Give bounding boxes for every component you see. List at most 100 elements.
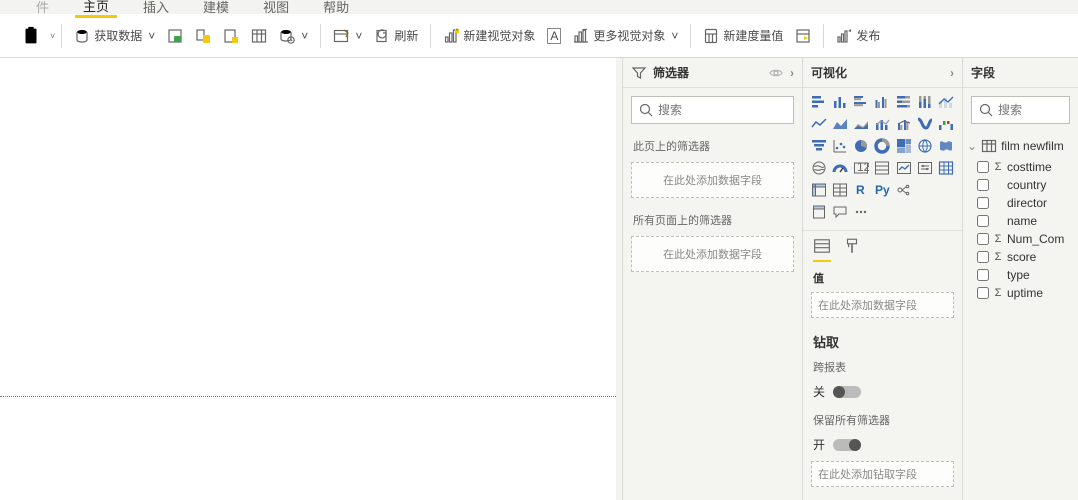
format-tab[interactable] [843, 237, 861, 262]
stacked-area-icon[interactable] [852, 114, 871, 134]
line-clustered-column-icon[interactable] [894, 114, 913, 134]
fields-well-tab[interactable] [813, 237, 831, 262]
qa-icon[interactable] [830, 202, 849, 222]
slicer-icon[interactable] [915, 158, 934, 178]
filled-map-icon[interactable] [937, 136, 956, 156]
pie-icon[interactable] [852, 136, 871, 156]
clustered-bar-icon[interactable] [852, 92, 871, 112]
drill-fields-dropzone[interactable]: 在此处添加钻取字段 [811, 461, 954, 487]
all-pages-filters-dropzone[interactable]: 在此处添加数据字段 [631, 236, 794, 272]
stacked-bar-icon[interactable] [809, 92, 828, 112]
values-dropzone[interactable]: 在此处添加数据字段 [811, 292, 954, 318]
field-item[interactable]: director [963, 194, 1078, 212]
refresh-button[interactable]: 刷新 [368, 14, 424, 57]
field-item[interactable]: Σcosttime [963, 158, 1078, 176]
clustered-column-icon[interactable] [873, 92, 892, 112]
waterfall-icon[interactable] [937, 114, 956, 134]
text-box-button[interactable]: A [541, 14, 567, 57]
key-influencers-icon[interactable] [894, 180, 913, 200]
table-visual-icon[interactable] [830, 180, 849, 200]
sql-server-icon[interactable] [217, 14, 245, 57]
fields-search-input[interactable] [971, 96, 1070, 124]
map-icon[interactable] [915, 136, 934, 156]
report-canvas[interactable] [0, 58, 616, 500]
field-item[interactable]: type [963, 266, 1078, 284]
visibility-icon[interactable] [768, 65, 784, 81]
treemap-icon[interactable] [894, 136, 913, 156]
publish-label: 发布 [856, 27, 880, 44]
field-item[interactable]: name [963, 212, 1078, 230]
new-measure-button[interactable]: 新建度量值 [697, 14, 789, 57]
new-visual-button[interactable]: 新建视觉对象 [437, 14, 541, 57]
matrix-icon[interactable] [809, 180, 828, 200]
cross-report-toggle[interactable] [833, 386, 861, 398]
field-item[interactable]: Σuptime [963, 284, 1078, 302]
stacked-column-icon[interactable] [830, 92, 849, 112]
fields-pane-title: 字段 [971, 64, 1070, 81]
collapse-filters-icon[interactable]: › [790, 66, 794, 80]
keep-all-filters-label: 保留所有筛选器 [803, 406, 962, 432]
sigma-icon: Σ [993, 233, 1003, 245]
clipboard-paste-icon[interactable] [14, 14, 48, 57]
funnel-chart-icon[interactable] [809, 136, 828, 156]
gauge-icon[interactable] [830, 158, 849, 178]
search-icon [978, 102, 994, 118]
paginated-visual-icon[interactable] [809, 202, 828, 222]
r-visual-icon[interactable]: R [852, 180, 871, 200]
recent-sources-icon[interactable]: ˅ [273, 14, 314, 57]
sigma-icon: Σ [993, 161, 1003, 173]
py-visual-icon[interactable]: Py [873, 180, 892, 200]
search-icon [638, 102, 654, 118]
svg-text:Py: Py [875, 183, 890, 197]
enter-data-icon[interactable] [245, 14, 273, 57]
scatter-icon[interactable] [830, 136, 849, 156]
drill-section-title: 钻取 [803, 326, 962, 353]
page-filters-label: 此页上的筛选器 [623, 132, 802, 158]
quick-measure-icon[interactable] [789, 14, 817, 57]
get-data-button[interactable]: 获取数据 ˅ [68, 14, 161, 57]
table-icon[interactable] [937, 158, 956, 178]
cross-report-label: 跨报表 [803, 353, 962, 379]
cross-report-state: 关 [813, 383, 825, 400]
new-measure-label: 新建度量值 [723, 27, 783, 44]
shape-map-icon[interactable] [809, 158, 828, 178]
canvas-guide-line [0, 396, 616, 397]
line-icon[interactable] [809, 114, 828, 134]
more-visuals-button[interactable]: 更多视觉对象 ˅ [567, 14, 684, 57]
fields-table-node[interactable]: ⌄ film newfilm [963, 132, 1078, 158]
ribbon-chart-icon[interactable] [915, 114, 934, 134]
multi-row-card-icon[interactable] [873, 158, 892, 178]
hundred-stacked-column-icon[interactable] [915, 92, 934, 112]
paste-dropdown-icon[interactable]: ˅ [50, 31, 55, 41]
svg-text:R: R [856, 183, 865, 197]
field-item[interactable]: country [963, 176, 1078, 194]
line-chart-icon[interactable] [937, 92, 956, 112]
hundred-stacked-bar-icon[interactable] [894, 92, 913, 112]
kpi-icon[interactable] [894, 158, 913, 178]
svg-text:123: 123 [857, 160, 869, 174]
decomposition-tree-icon[interactable] [915, 180, 934, 200]
field-item[interactable]: ΣNum_Com [963, 230, 1078, 248]
all-pages-filters-label: 所有页面上的筛选器 [623, 206, 802, 232]
fields-pane: 字段 ⌄ film newfilm Σcosttime country dire… [962, 58, 1078, 500]
line-stacked-column-icon[interactable] [873, 114, 892, 134]
field-item[interactable]: Σscore [963, 248, 1078, 266]
pbi-datasets-icon[interactable] [189, 14, 217, 57]
new-visual-label: 新建视觉对象 [463, 27, 535, 44]
filters-search-input[interactable] [631, 96, 794, 124]
publish-button[interactable]: 发布 [830, 14, 886, 57]
excel-source-icon[interactable] [161, 14, 189, 57]
donut-icon[interactable] [873, 136, 892, 156]
qa-visual-icon[interactable] [937, 180, 956, 200]
page-filters-dropzone[interactable]: 在此处添加数据字段 [631, 162, 794, 198]
transform-data-icon[interactable]: ˅ [327, 14, 368, 57]
more-dots-icon[interactable] [852, 202, 871, 222]
funnel-icon [631, 65, 647, 81]
area-icon[interactable] [830, 114, 849, 134]
keep-all-filters-toggle[interactable] [833, 439, 861, 451]
table-icon [981, 138, 997, 154]
filters-pane-title: 筛选器 [653, 64, 762, 81]
values-label: 值 [803, 264, 962, 290]
card-icon[interactable]: 123 [852, 158, 871, 178]
collapse-viz-icon[interactable]: › [950, 66, 954, 80]
